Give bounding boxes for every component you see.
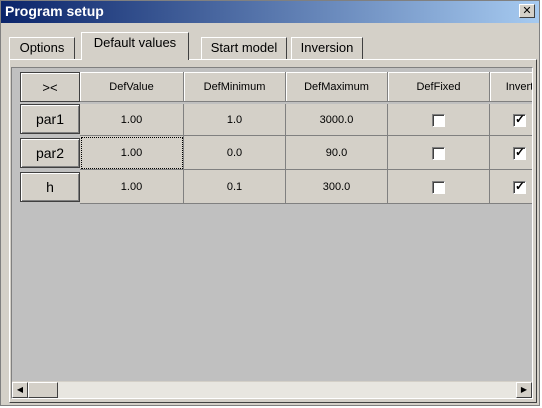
scroll-right-icon[interactable]: ▶ [516, 382, 532, 398]
tab-strip: Options Default values Start model Inver… [9, 27, 509, 60]
cell-h-defvalue[interactable]: 1.00 [80, 170, 184, 204]
cell-par1-defvalue[interactable]: 1.00 [80, 104, 184, 136]
tab-inversion[interactable]: Inversion [291, 37, 363, 59]
title-bar[interactable]: Program setup ✕ [1, 1, 539, 23]
check-icon: ✓ [514, 144, 526, 159]
cell-h-invert: ✓ [490, 170, 532, 204]
row-header-par2[interactable]: par2 [20, 138, 80, 168]
cell-par2-invert: ✓ [490, 136, 532, 170]
cell-h-defminimum[interactable]: 0.1 [184, 170, 286, 204]
program-setup-window: Program setup ✕ Options Default values S… [0, 0, 540, 406]
cell-par1-invert: ✓ [490, 104, 532, 136]
column-header-deffixed[interactable]: DefFixed [388, 72, 490, 102]
checkbox-par1-invert[interactable]: ✓ [513, 111, 526, 127]
cell-par1-defmaximum[interactable]: 3000.0 [286, 104, 388, 136]
column-header-defmaximum[interactable]: DefMaximum [286, 72, 388, 102]
tab-options[interactable]: Options [9, 37, 75, 59]
close-icon[interactable]: ✕ [519, 4, 535, 18]
row-header-par1[interactable]: par1 [20, 104, 80, 134]
column-header-defminimum[interactable]: DefMinimum [184, 72, 286, 102]
row-header-h[interactable]: h [20, 172, 80, 202]
tab-default-values[interactable]: Default values [81, 32, 189, 60]
window-title: Program setup [5, 3, 104, 19]
checkbox-par2-invert[interactable]: ✓ [513, 144, 526, 160]
tab-start-model[interactable]: Start model [201, 37, 287, 59]
cell-par2-deffixed [388, 136, 490, 170]
scroll-thumb[interactable] [28, 382, 58, 398]
checkbox-par2-deffixed[interactable] [432, 146, 445, 160]
checkbox-h-deffixed[interactable] [432, 180, 445, 194]
horizontal-scrollbar[interactable]: ◀ ▶ [12, 381, 532, 398]
column-header-invert[interactable]: Invert [490, 72, 532, 102]
check-icon: ✓ [514, 178, 526, 193]
cell-par1-deffixed [388, 104, 490, 136]
corner-header[interactable]: >< [20, 72, 80, 102]
checkbox-par1-deffixed[interactable] [432, 113, 445, 127]
default-values-grid: >< DefValue DefMinimum DefMaximum DefFix… [11, 67, 533, 399]
column-header-defvalue[interactable]: DefValue [80, 72, 184, 102]
cell-h-deffixed [388, 170, 490, 204]
cell-par2-defminimum[interactable]: 0.0 [184, 136, 286, 170]
cell-par2-defvalue[interactable]: 1.00 [80, 136, 184, 170]
scroll-left-icon[interactable]: ◀ [12, 382, 28, 398]
cell-par2-defmaximum[interactable]: 90.0 [286, 136, 388, 170]
check-icon: ✓ [514, 111, 526, 126]
cell-par1-defminimum[interactable]: 1.0 [184, 104, 286, 136]
cell-h-defmaximum[interactable]: 300.0 [286, 170, 388, 204]
checkbox-h-invert[interactable]: ✓ [513, 178, 526, 194]
